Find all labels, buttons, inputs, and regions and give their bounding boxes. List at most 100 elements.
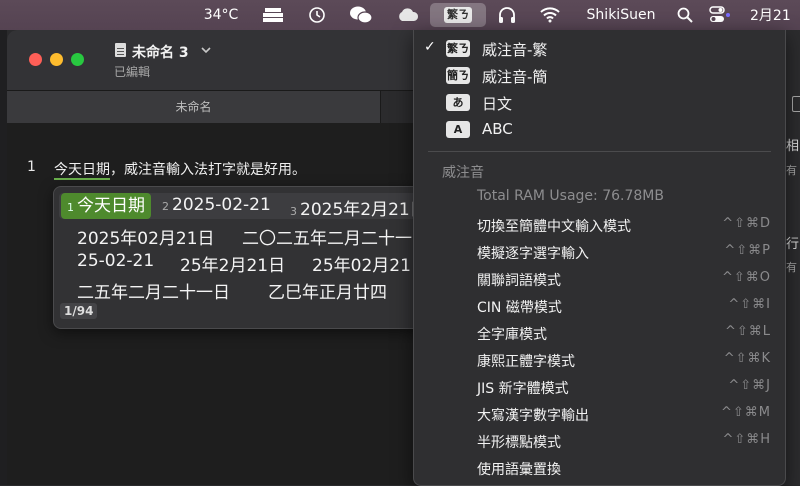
candidate[interactable]: 25年02月21日 bbox=[312, 251, 428, 276]
right-edge-text: 相 bbox=[786, 139, 800, 154]
clock[interactable]: 2月21 bbox=[750, 0, 800, 30]
option-shortcut: ^⇧⌘K bbox=[723, 351, 771, 366]
mode-label: 日文 bbox=[482, 95, 513, 113]
window-title[interactable]: 未命名 3 bbox=[132, 42, 189, 62]
candidate-text: 2025-02-21 bbox=[172, 195, 271, 215]
candidate[interactable]: 25-02-21 bbox=[77, 251, 154, 271]
menu-bar: 34°C 繁ㄋ ShikiSuen 2月21 bbox=[0, 0, 800, 30]
option-shortcut: ^⇧⌘P bbox=[724, 243, 771, 258]
candidate[interactable]: 3 2025年2月21日 bbox=[290, 195, 427, 220]
candidate-index: 3 bbox=[290, 205, 297, 218]
candidate[interactable]: 乙巳年正月廿四 bbox=[268, 278, 387, 303]
editor-line[interactable]: 今天日期，威注音輸入法打字就是好用。 bbox=[54, 159, 306, 180]
username-label: ShikiSuen bbox=[586, 7, 656, 23]
option-label: 切換至簡體中文輸入模式 bbox=[477, 219, 631, 235]
chevron-down-icon[interactable] bbox=[200, 44, 212, 56]
menu-item-mode[interactable]: ✓ 繁ㄋ 威注音-繁 bbox=[414, 35, 785, 62]
window-subtitle: 已編輯 bbox=[114, 65, 151, 79]
candidate[interactable]: 2025年02月21日 bbox=[77, 224, 215, 249]
option-shortcut: ^⇧⌘J bbox=[728, 378, 771, 393]
right-edge-text: 行 bbox=[786, 237, 800, 252]
menu-item-option[interactable]: 切換至簡體中文輸入模式 ^⇧⌘D bbox=[414, 211, 785, 238]
mode-label: 威注音-簡 bbox=[482, 68, 548, 86]
option-shortcut: ^⇧⌘H bbox=[722, 432, 771, 447]
ime-badge: 繁ㄋ bbox=[444, 7, 472, 23]
option-label: 全字庫模式 bbox=[477, 327, 547, 343]
menu-section-header: 威注音 bbox=[442, 165, 484, 181]
menu-item-option[interactable]: 使用語彙置換 bbox=[414, 454, 785, 481]
candidate-text: 2025年2月21日 bbox=[300, 200, 427, 220]
menu-item-option[interactable]: CIN 磁帶模式 ^⇧⌘I bbox=[414, 292, 785, 319]
option-shortcut: ^⇧⌘L bbox=[724, 324, 771, 339]
option-label: 模擬逐字選字輸入 bbox=[477, 246, 589, 262]
spotlight-search-icon[interactable] bbox=[672, 0, 698, 30]
option-shortcut: ^⇧⌘M bbox=[720, 405, 771, 420]
option-label: 關聯詞語模式 bbox=[477, 273, 561, 289]
menu-item-option[interactable]: 全字庫模式 ^⇧⌘L bbox=[414, 319, 785, 346]
control-center-icon[interactable] bbox=[704, 0, 734, 30]
menu-item-mode[interactable]: あ 日文 bbox=[414, 89, 785, 116]
mode-label: ABC bbox=[482, 120, 513, 138]
wifi-icon[interactable] bbox=[536, 0, 564, 30]
checkmark-icon: ✓ bbox=[424, 39, 436, 55]
candidate[interactable]: 二五年二月二十一日 bbox=[77, 278, 230, 303]
temperature-label: 34°C bbox=[203, 7, 239, 23]
time-machine-icon[interactable] bbox=[303, 0, 331, 30]
option-label: CIN 磁帶模式 bbox=[477, 300, 562, 316]
option-label: 康熙正體字模式 bbox=[477, 354, 575, 370]
zoom-button[interactable] bbox=[71, 53, 84, 66]
candidate[interactable]: 二〇二五年二月二十一日 bbox=[242, 224, 429, 249]
document-icon bbox=[115, 43, 126, 57]
user-menu[interactable]: ShikiSuen bbox=[576, 0, 666, 30]
cloud-icon[interactable] bbox=[393, 0, 423, 30]
right-edge-text: 有 bbox=[786, 261, 797, 274]
candidate-selected[interactable]: 1 今天日期 bbox=[61, 193, 151, 219]
option-label: 大寫漢字數字輸出 bbox=[477, 408, 589, 424]
mode-badge: A bbox=[446, 121, 470, 138]
weather-temperature[interactable]: 34°C bbox=[196, 0, 246, 30]
headphones-icon[interactable] bbox=[494, 0, 520, 30]
option-shortcut: ^⇧⌘I bbox=[728, 297, 771, 312]
candidate[interactable]: 25年2月21日 bbox=[180, 251, 285, 276]
close-button[interactable] bbox=[29, 53, 42, 66]
candidate-window: 1 今天日期 2 2025-02-21 3 2025年2月21日 2025年02月21… bbox=[53, 186, 463, 329]
input-method-dropdown: ✓ 繁ㄋ 威注音-繁 簡ㄋ 威注音-簡 あ 日文 A ABC 威注音 Total… bbox=[413, 30, 786, 486]
menu-item-option[interactable]: 大寫漢字數字輸出 ^⇧⌘M bbox=[414, 400, 785, 427]
committed-text: ，威注音輸入法打字就是好用。 bbox=[110, 162, 306, 178]
menu-item-option[interactable]: 康熙正體字模式 ^⇧⌘K bbox=[414, 346, 785, 373]
menu-item-mode[interactable]: 簡ㄋ 威注音-簡 bbox=[414, 62, 785, 89]
input-method-menu[interactable]: 繁ㄋ bbox=[430, 3, 486, 27]
candidate-page-indicator: 1/94 bbox=[60, 303, 98, 319]
background-window-edge bbox=[0, 30, 7, 485]
panel-icon bbox=[792, 96, 800, 112]
mode-badge: あ bbox=[446, 94, 470, 111]
menu-separator bbox=[428, 151, 771, 152]
tab-untitled[interactable]: 未命名 bbox=[7, 91, 381, 123]
candidate-text: 今天日期 bbox=[77, 196, 145, 216]
option-shortcut: ^⇧⌘O bbox=[721, 270, 771, 285]
candidate-index: 2 bbox=[162, 200, 169, 213]
minimize-button[interactable] bbox=[50, 53, 63, 66]
menu-item-option[interactable]: 模擬逐字選字輸入 ^⇧⌘P bbox=[414, 238, 785, 265]
right-edge-text: 有 bbox=[786, 164, 797, 177]
option-label: JIS 新字體模式 bbox=[477, 381, 569, 397]
ram-usage-label: Total RAM Usage: 76.78MB bbox=[477, 188, 664, 204]
wechat-icon[interactable] bbox=[346, 0, 376, 30]
option-label: 使用語彙置換 bbox=[477, 462, 561, 478]
candidate[interactable]: 2 2025-02-21 bbox=[162, 195, 271, 215]
stack-icon[interactable] bbox=[258, 0, 288, 30]
candidate-index: 1 bbox=[67, 201, 74, 214]
option-label: 半形標點模式 bbox=[477, 435, 561, 451]
menu-item-option[interactable]: 半形標點模式 ^⇧⌘H bbox=[414, 427, 785, 454]
menu-item-mode[interactable]: A ABC bbox=[414, 116, 785, 143]
candidate-row-current: 1 今天日期 2 2025-02-21 3 2025年2月21日 bbox=[59, 193, 457, 220]
line-number: 1 bbox=[27, 159, 36, 175]
mode-badge: 繁ㄋ bbox=[446, 40, 470, 57]
mode-label: 威注音-繁 bbox=[482, 41, 548, 59]
menu-item-option[interactable]: JIS 新字體模式 ^⇧⌘J bbox=[414, 373, 785, 400]
option-shortcut: ^⇧⌘D bbox=[722, 216, 771, 231]
composition-text: 今天日期 bbox=[54, 162, 110, 180]
mode-badge: 簡ㄋ bbox=[446, 67, 470, 84]
date-label: 2月21 bbox=[750, 8, 791, 24]
menu-item-option[interactable]: 關聯詞語模式 ^⇧⌘O bbox=[414, 265, 785, 292]
